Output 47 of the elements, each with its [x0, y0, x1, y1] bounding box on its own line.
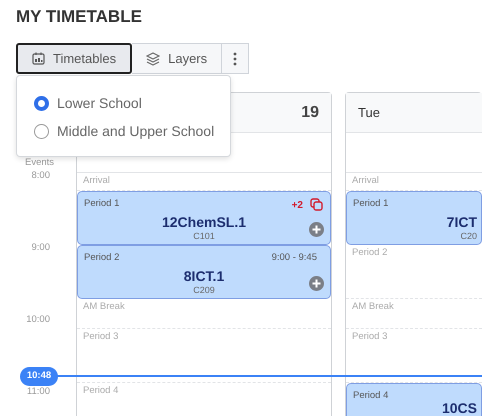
count-label: +2 — [292, 199, 303, 213]
event-title: 12ChemSL.1 — [160, 213, 248, 232]
all-day-label: Events — [25, 157, 54, 169]
event-block[interactable]: Period 4 10CS — [346, 383, 482, 416]
period-label: Period 3 — [352, 331, 388, 342]
period-label: Period 4 — [353, 389, 388, 403]
room-label: C20 — [459, 230, 477, 243]
time-label: 11:00 — [26, 386, 51, 398]
day-name: Tue — [358, 104, 380, 122]
time-range: 9:00 - 9:45 — [272, 251, 317, 265]
radio-button[interactable] — [34, 124, 49, 138]
period-label: Period 1 — [84, 197, 120, 211]
layers-icon — [146, 52, 160, 66]
toolbar-button[interactable]: Timetables — [16, 43, 132, 74]
time-label: 8:00 — [30, 170, 51, 182]
event-title: 10CS — [440, 399, 477, 416]
room-label: C101 — [192, 230, 216, 243]
period-label: Period 1 — [353, 197, 388, 211]
add-icon[interactable] — [309, 276, 324, 291]
toolbar-button[interactable]: Layers — [132, 43, 222, 74]
time-label: 10:00 — [25, 314, 51, 326]
more-icon — [233, 52, 238, 66]
copy-icon[interactable] — [310, 198, 323, 211]
event-block[interactable]: Period 2 9:00 - 9:45 8ICT.1 C209 — [77, 245, 331, 299]
event-block[interactable]: Period 1 7ICT C20 — [346, 191, 482, 245]
period-label: Period 4 — [83, 385, 118, 396]
current-time-badge: 10:48 — [20, 367, 58, 386]
event-title: 7ICT — [446, 213, 477, 232]
calendar-icon — [32, 52, 45, 65]
period-label: Period 2 — [352, 247, 388, 258]
add-icon[interactable] — [309, 222, 324, 237]
period-label: AM Break — [352, 301, 394, 312]
radio-option[interactable]: Middle and Upper School — [34, 121, 230, 141]
period-label: AM Break — [83, 301, 125, 312]
period-label: Period 3 — [83, 331, 118, 342]
event-block[interactable]: Period 1 12ChemSL.1 C101 +2 — [77, 191, 331, 245]
event-title: 8ICT.1 — [182, 267, 226, 286]
period-label: Arrival — [83, 175, 110, 186]
radio-button[interactable] — [34, 96, 49, 110]
period-label: Arrival — [352, 175, 379, 186]
time-label: 9:00 — [30, 242, 51, 254]
page-title: MY TIMETABLE — [16, 7, 143, 27]
radio-option[interactable]: Lower School — [34, 93, 230, 113]
period-label: Period 2 — [84, 251, 120, 265]
room-label: C209 — [192, 284, 216, 297]
day-date: 19 — [301, 102, 319, 122]
more-button[interactable] — [222, 43, 250, 74]
